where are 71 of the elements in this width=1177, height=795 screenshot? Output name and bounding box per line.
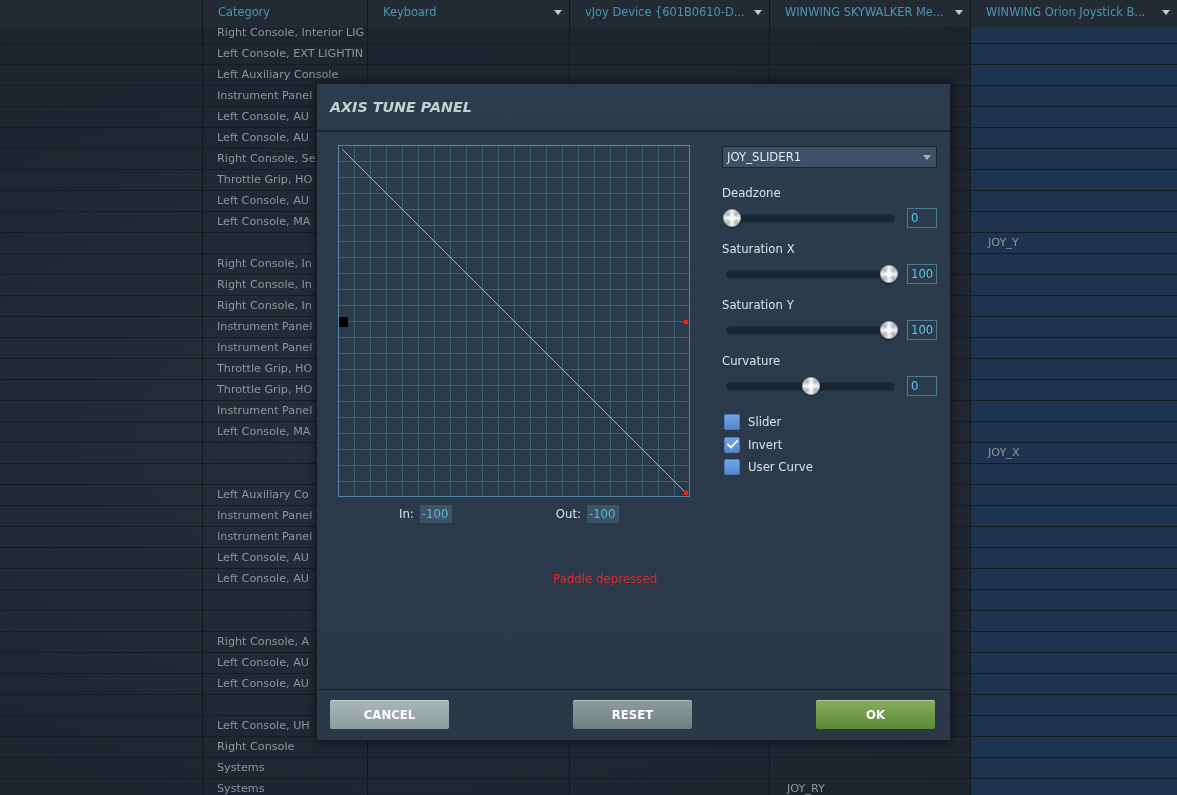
slider-thumb[interactable] xyxy=(880,321,898,339)
category-name: Right Console xyxy=(217,740,295,753)
category-name: Throttle Grip, HO xyxy=(217,383,313,396)
caret-icon xyxy=(955,9,963,15)
value-field[interactable]: 0 xyxy=(907,208,937,228)
in-label: In: xyxy=(399,506,414,523)
category-name: Left Console, AU xyxy=(217,551,309,564)
axis-binding: JOY_X xyxy=(988,446,1020,459)
caret-icon xyxy=(1162,9,1170,15)
category-name: Left Console, AU xyxy=(217,194,309,207)
category-name: Right Console, In xyxy=(217,257,312,270)
axis-dropdown[interactable]: JOY_SLIDER1 xyxy=(722,146,937,168)
category-name: Instrument Panel xyxy=(217,404,313,417)
category-name: Left Console, AU xyxy=(217,656,309,669)
slider-thumb[interactable] xyxy=(723,209,741,227)
input-value-field: -100 xyxy=(419,505,452,523)
status-message: Paddle depressed xyxy=(553,572,658,586)
category-name: Systems xyxy=(217,782,265,795)
point-marker-icon xyxy=(684,320,688,324)
category-name: Right Console, Interior LIG xyxy=(217,26,365,39)
checkbox-label: Invert xyxy=(748,436,783,453)
caret-icon xyxy=(754,9,762,15)
checkbox-label: Slider xyxy=(748,414,782,430)
axis-binding: JOY_Y xyxy=(988,236,1019,249)
cancel-button[interactable]: CANCEL xyxy=(330,700,449,729)
category-name: Throttle Grip, HO xyxy=(217,362,313,375)
checkbox[interactable] xyxy=(724,414,740,430)
value-field[interactable]: 100 xyxy=(907,264,937,284)
category-name: Instrument Panel xyxy=(217,320,313,333)
category-name: Right Console, Se xyxy=(217,152,316,165)
category-name: Right Console, In xyxy=(217,299,312,312)
category-name: Left Console, UH xyxy=(217,719,310,732)
caret-icon xyxy=(923,154,931,160)
position-marker-icon xyxy=(339,317,348,327)
category-name: Systems xyxy=(217,761,265,774)
category-name: Left Auxiliary Console xyxy=(217,68,339,81)
checkbox-label: User Curve xyxy=(748,459,813,475)
checkmark-icon xyxy=(726,440,738,449)
category-name: Right Console, In xyxy=(217,278,312,291)
category-name: Instrument Panel xyxy=(217,530,313,543)
caret-icon xyxy=(554,9,562,15)
category-name: Left Console, AU xyxy=(217,110,309,123)
category-name: Right Console, A xyxy=(217,635,310,648)
slider-label: Curvature xyxy=(722,354,781,368)
axis-binding: JOY_RY xyxy=(787,782,825,795)
category-name: Instrument Panel xyxy=(217,89,313,102)
category-name: Left Console, AU xyxy=(217,572,309,585)
slider-label: Deadzone xyxy=(722,186,781,200)
ok-button[interactable]: OK xyxy=(816,700,935,729)
slider-label: Saturation X xyxy=(722,242,795,256)
category-name: Instrument Panel xyxy=(217,509,313,522)
dialog-title: AXIS TUNE PANEL xyxy=(330,99,472,115)
category-name: Left Console, EXT LIGHTIN xyxy=(217,47,364,60)
category-name: Left Console, AU xyxy=(217,131,309,144)
category-name: Left Console, MA xyxy=(217,425,311,438)
category-name: Left Console, MA xyxy=(217,215,311,228)
category-name: Throttle Grip, HO xyxy=(217,173,313,186)
category-name: Left Console, AU xyxy=(217,677,309,690)
slider-label: Saturation Y xyxy=(722,298,794,312)
value-field[interactable]: 0 xyxy=(907,376,937,396)
category-name: Instrument Panel xyxy=(217,341,313,354)
category-name: Left Auxiliary Co xyxy=(217,488,309,501)
checkbox[interactable] xyxy=(724,436,740,453)
point-marker-icon xyxy=(684,491,688,495)
checkbox[interactable] xyxy=(724,459,740,475)
slider-thumb[interactable] xyxy=(880,265,898,283)
output-value-field: -100 xyxy=(586,505,619,523)
reset-button[interactable]: RESET xyxy=(573,700,692,729)
out-label: Out: xyxy=(555,506,581,523)
slider-thumb[interactable] xyxy=(801,377,820,395)
value-field[interactable]: 100 xyxy=(907,320,937,340)
